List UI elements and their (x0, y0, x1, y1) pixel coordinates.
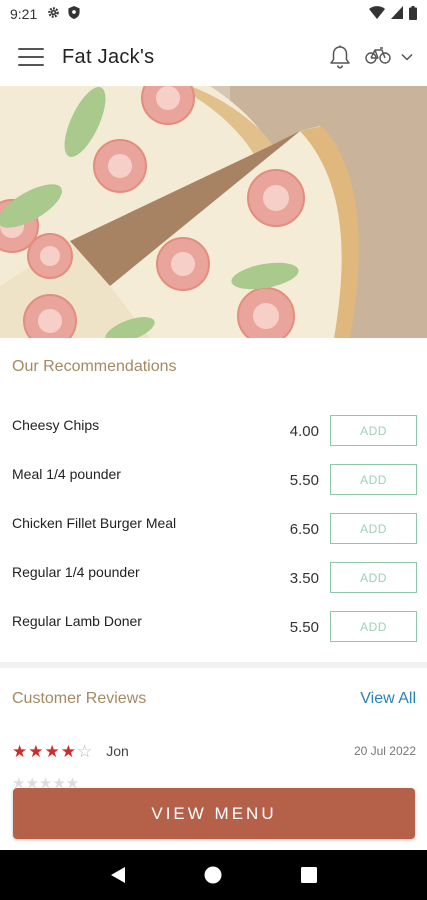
view-all-reviews-link[interactable]: View All (360, 690, 416, 708)
item-name: Regular 1/4 pounder (12, 564, 140, 580)
review-item: ★ ★ ★ ★ ☆ Jon 20 Jul 2022 (12, 740, 416, 762)
recommendation-item: Regular 1/4 pounder 3.50 ADD (0, 559, 427, 608)
item-price: 6.50 (289, 521, 319, 538)
star-rating: ★ ★ ★ ★ ☆ (12, 743, 92, 760)
item-price: 5.50 (289, 619, 319, 636)
add-button[interactable]: ADD (330, 513, 417, 544)
view-menu-button[interactable]: VIEW MENU (13, 788, 415, 839)
section-divider (0, 662, 427, 668)
star-empty-icon: ☆ (77, 741, 93, 761)
item-name: Regular Lamb Doner (12, 613, 142, 629)
add-button[interactable]: ADD (330, 415, 417, 446)
hero-pizza-image (0, 86, 427, 338)
item-name: Meal 1/4 pounder (12, 466, 121, 482)
gear-icon (47, 6, 60, 22)
back-icon[interactable] (98, 855, 138, 895)
recommendations-heading: Our Recommendations (12, 358, 177, 375)
status-left-icons (47, 6, 80, 22)
app-bar: Fat Jack's (0, 28, 427, 86)
app-bar-actions (329, 45, 413, 69)
add-button[interactable]: ADD (330, 562, 417, 593)
status-bar: 9:21 (0, 0, 427, 28)
restaurant-title: Fat Jack's (62, 45, 155, 68)
status-time: 9:21 (10, 6, 38, 22)
recommendations-list: Cheesy Chips 4.00 ADD Meal 1/4 pounder 5… (0, 412, 427, 657)
wifi-icon (369, 6, 385, 22)
bicycle-icon (365, 46, 391, 69)
recommendation-item: Cheesy Chips 4.00 ADD (0, 412, 427, 461)
recommendation-item: Regular Lamb Doner 5.50 ADD (0, 608, 427, 657)
hamburger-menu-icon[interactable] (18, 46, 44, 68)
add-button[interactable]: ADD (330, 464, 417, 495)
recents-icon[interactable] (289, 855, 329, 895)
reviews-heading: Customer Reviews (12, 690, 147, 707)
chevron-down-icon (401, 48, 413, 66)
add-button[interactable]: ADD (330, 611, 417, 642)
recommendation-item: Meal 1/4 pounder 5.50 ADD (0, 461, 427, 510)
item-name: Chicken Fillet Burger Meal (12, 515, 177, 531)
item-price: 3.50 (289, 570, 319, 587)
star-filled-icon: ★ (60, 741, 76, 761)
status-right-icons (369, 5, 417, 23)
bell-icon[interactable] (329, 45, 351, 69)
shield-icon (68, 6, 80, 22)
item-price: 5.50 (289, 472, 319, 489)
star-filled-icon: ★ (12, 741, 28, 761)
item-price: 4.00 (289, 423, 319, 440)
signal-icon (391, 6, 403, 22)
star-filled-icon: ★ (28, 741, 44, 761)
item-name: Cheesy Chips (12, 417, 100, 433)
home-icon[interactable] (193, 855, 233, 895)
recommendation-item: Chicken Fillet Burger Meal 6.50 ADD (0, 510, 427, 559)
star-filled-icon: ★ (44, 741, 60, 761)
reviewer-name: Jon (106, 743, 129, 759)
delivery-mode-selector[interactable] (365, 46, 413, 69)
battery-icon (409, 5, 417, 23)
system-nav-bar (0, 850, 427, 900)
review-date: 20 Jul 2022 (353, 744, 416, 758)
